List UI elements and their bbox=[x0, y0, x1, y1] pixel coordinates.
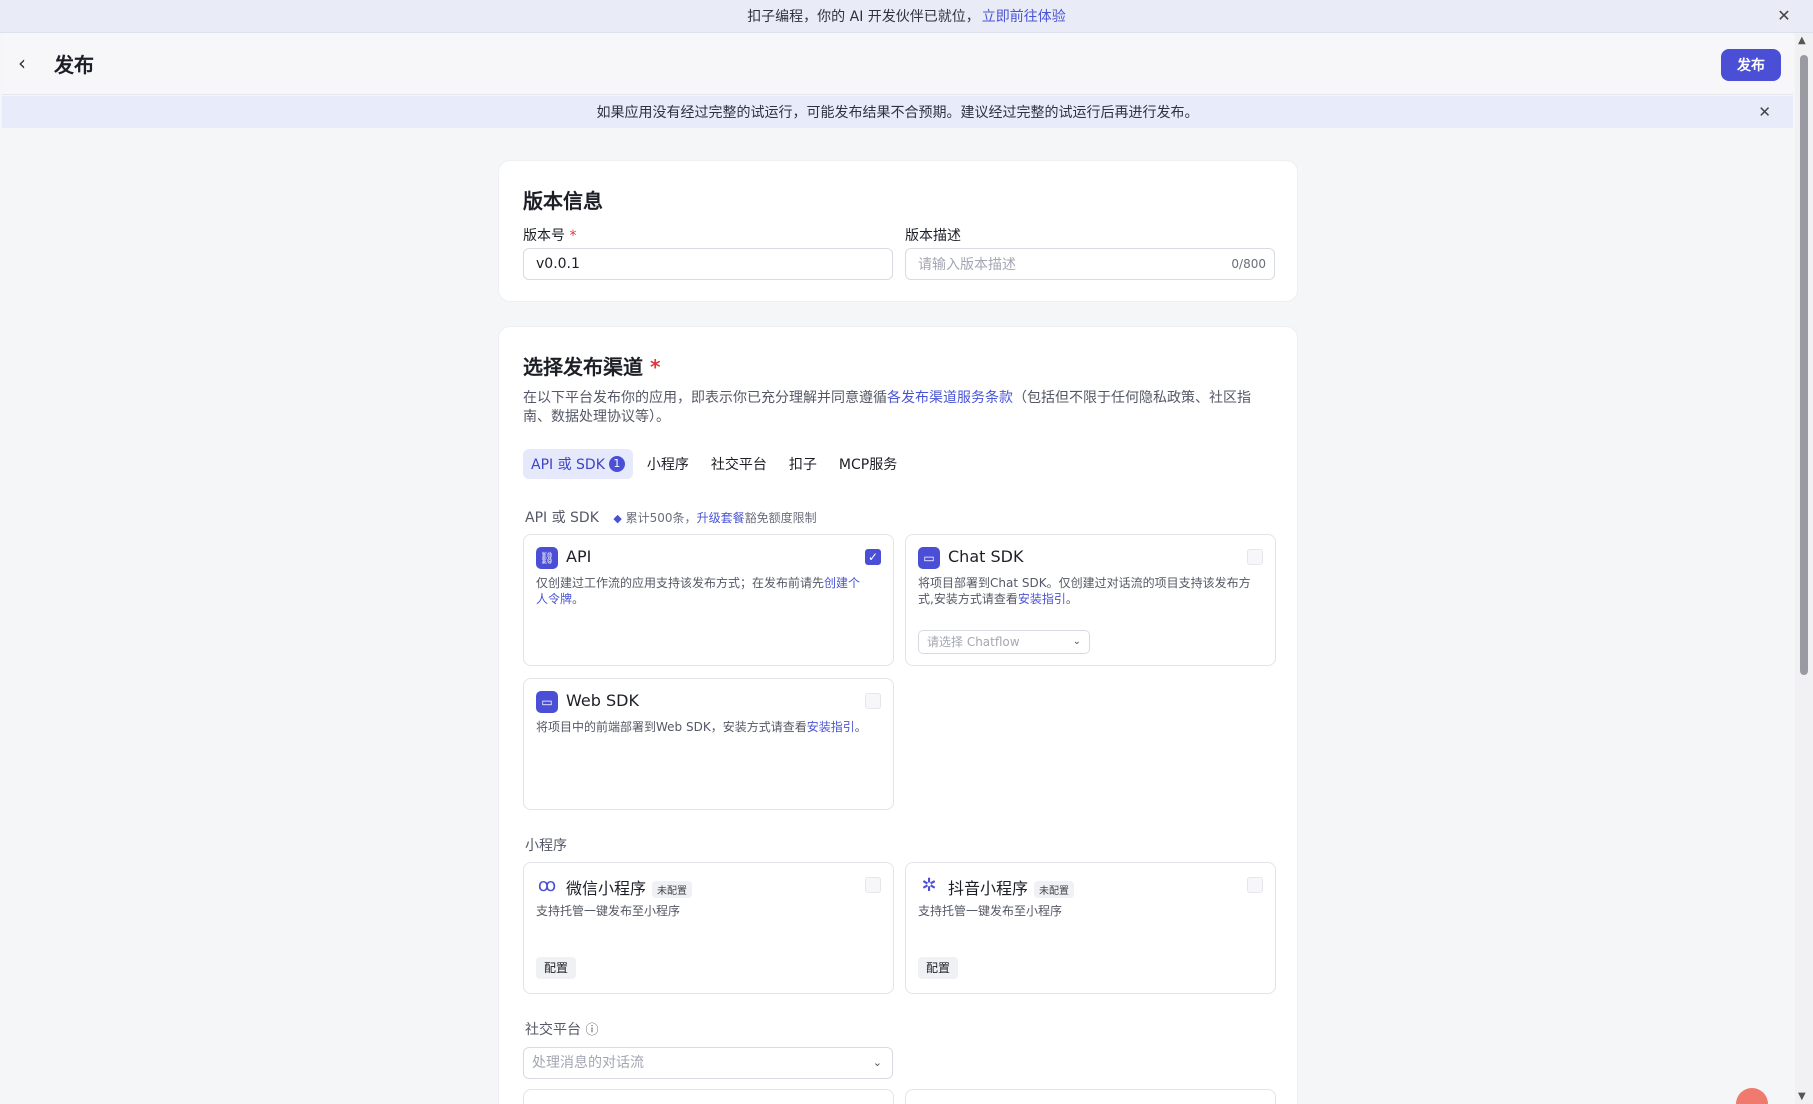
version-info-title: 版本信息 bbox=[523, 189, 603, 213]
promo-link[interactable]: 立即前往体验 bbox=[982, 6, 1066, 26]
option-wechat-mini[interactable]: ꝏ 微信小程序 未配置 支持托管一键发布至小程序 配置 bbox=[523, 862, 894, 994]
version-number-label: 版本号 * bbox=[523, 228, 577, 244]
chevron-down-icon: ⌄ bbox=[1072, 636, 1081, 647]
version-desc-input[interactable]: 请输入版本描述 0/800 bbox=[905, 248, 1275, 280]
tab-mini-program[interactable]: 小程序 bbox=[639, 449, 697, 479]
douyin-checkbox[interactable] bbox=[1247, 877, 1263, 893]
version-desc-label: 版本描述 bbox=[905, 228, 961, 244]
option-api[interactable]: ⛓ API ✓ 仅创建过工作流的应用支持该发布方式；在发布前请先创建个人令牌。 bbox=[523, 534, 894, 666]
douyin-mini-icon: ✲ bbox=[921, 875, 937, 896]
option-text: 支持托管一键发布至小程序 bbox=[918, 904, 1063, 918]
info-icon[interactable]: ⓘ bbox=[585, 1023, 598, 1038]
status-badge: 未配置 bbox=[1034, 881, 1075, 898]
option-text: 将项目中的前端部署到Web SDK，安装方式请查看安装指引。 bbox=[536, 720, 867, 734]
api-section-label: API 或 SDK ◆ 累计500条，升级套餐豁免额度限制 bbox=[525, 510, 817, 526]
option-text: 仅创建过工作流的应用支持该发布方式；在发布前请先创建个人令牌。 bbox=[536, 576, 861, 606]
scroll-down-icon[interactable]: ▼ bbox=[1798, 1091, 1806, 1102]
option-chat-sdk[interactable]: ▭ Chat SDK 将项目部署到Chat SDK。仅创建过对话流的项目支持该发… bbox=[905, 534, 1276, 666]
tab-coze[interactable]: 扣子 bbox=[781, 449, 825, 479]
wechat-mini-icon: ꝏ bbox=[537, 875, 557, 896]
required-mark: * bbox=[569, 228, 577, 244]
chatflow-select[interactable]: 请选择 Chatflow ⌄ bbox=[918, 630, 1090, 654]
option-text: 支持托管一键发布至小程序 bbox=[536, 904, 681, 918]
status-badge: 未配置 bbox=[652, 881, 693, 898]
channel-card: 选择发布渠道 * 在以下平台发布你的应用，即表示你已充分理解并同意遵循各发布渠道… bbox=[498, 326, 1298, 1104]
page-header: ‹ 发布 发布 bbox=[2, 33, 1793, 95]
tab-social[interactable]: 社交平台 bbox=[703, 449, 775, 479]
option-web-sdk[interactable]: ▭ Web SDK 将项目中的前端部署到Web SDK，安装方式请查看安装指引。 bbox=[523, 678, 894, 810]
option-social-partial[interactable] bbox=[523, 1089, 894, 1104]
option-name: Chat SDK bbox=[948, 547, 1024, 566]
window-icon: ▭ bbox=[536, 691, 558, 713]
back-arrow-icon[interactable]: ‹ bbox=[18, 53, 38, 74]
terms-link[interactable]: 各发布渠道服务条款 bbox=[887, 390, 1013, 406]
option-social-partial[interactable] bbox=[905, 1089, 1276, 1104]
option-name: API bbox=[566, 547, 592, 566]
option-name: 微信小程序 未配置 bbox=[566, 875, 693, 899]
scroll-thumb[interactable] bbox=[1800, 55, 1808, 675]
link-icon: ⛓ bbox=[536, 547, 558, 569]
install-guide-link[interactable]: 安装指引 bbox=[1018, 592, 1066, 606]
promo-text: 扣子编程，你的 AI 开发伙伴已就位， bbox=[747, 9, 980, 25]
version-info-card: 版本信息 版本号 * v0.0.1 版本描述 请输入版本描述 0/800 bbox=[498, 160, 1298, 302]
channel-tabs: API 或 SDK 1 小程序 社交平台 扣子 MCP服务 bbox=[523, 449, 905, 479]
quota-note: ◆ 累计500条，升级套餐豁免额度限制 bbox=[613, 511, 817, 525]
mini-section-label: 小程序 bbox=[525, 838, 567, 854]
tab-count-badge: 1 bbox=[608, 456, 625, 472]
option-douyin-mini[interactable]: ✲ 抖音小程序 未配置 支持托管一键发布至小程序 配置 bbox=[905, 862, 1276, 994]
channel-description: 在以下平台发布你的应用，即表示你已充分理解并同意遵循各发布渠道服务条款（包括但不… bbox=[523, 390, 1251, 425]
version-number-input[interactable]: v0.0.1 bbox=[523, 248, 893, 280]
publish-button[interactable]: 发布 bbox=[1721, 49, 1781, 81]
chevron-down-icon: ⌄ bbox=[872, 1056, 882, 1069]
window-icon: ▭ bbox=[918, 547, 940, 569]
warning-banner: 如果应用没有经过完整的试运行，可能发布结果不合预期。建议经过完整的试运行后再进行… bbox=[2, 96, 1793, 128]
char-count: 0/800 bbox=[1231, 257, 1266, 271]
config-button[interactable]: 配置 bbox=[918, 957, 959, 979]
warning-close-icon[interactable]: ✕ bbox=[1758, 103, 1771, 121]
option-name: Web SDK bbox=[566, 691, 639, 710]
config-button[interactable]: 配置 bbox=[536, 957, 577, 979]
page-title: 发布 bbox=[54, 53, 94, 77]
assistant-avatar[interactable] bbox=[1736, 1088, 1768, 1104]
channel-title: 选择发布渠道 * bbox=[523, 355, 661, 379]
tab-api-sdk[interactable]: API 或 SDK 1 bbox=[523, 449, 633, 479]
tab-mcp[interactable]: MCP服务 bbox=[831, 449, 905, 479]
diamond-icon: ◆ bbox=[613, 512, 622, 525]
upgrade-link[interactable]: 升级套餐 bbox=[697, 511, 745, 525]
page-scrollbar[interactable]: ▲ ▼ bbox=[1795, 33, 1813, 1104]
social-section-label: 社交平台 ⓘ bbox=[525, 1022, 599, 1038]
chat-sdk-checkbox[interactable] bbox=[1247, 549, 1263, 565]
promo-close-icon[interactable]: ✕ bbox=[1775, 7, 1793, 25]
option-name: 抖音小程序 未配置 bbox=[948, 875, 1075, 899]
social-chatflow-select[interactable]: 处理消息的对话流 ⌄ bbox=[523, 1047, 893, 1079]
wechat-checkbox[interactable] bbox=[865, 877, 881, 893]
web-sdk-checkbox[interactable] bbox=[865, 693, 881, 709]
required-mark: * bbox=[649, 355, 661, 379]
scroll-up-icon[interactable]: ▲ bbox=[1798, 35, 1806, 46]
warning-text: 如果应用没有经过完整的试运行，可能发布结果不合预期。建议经过完整的试运行后再进行… bbox=[596, 105, 1199, 121]
option-text: 将项目部署到Chat SDK。仅创建过对话流的项目支持该发布方式,安装方式请查看… bbox=[918, 576, 1251, 606]
install-guide-link[interactable]: 安装指引 bbox=[807, 720, 855, 734]
promo-bar: 扣子编程，你的 AI 开发伙伴已就位， 立即前往体验 ✕ bbox=[0, 0, 1813, 33]
api-checkbox[interactable]: ✓ bbox=[865, 549, 881, 565]
